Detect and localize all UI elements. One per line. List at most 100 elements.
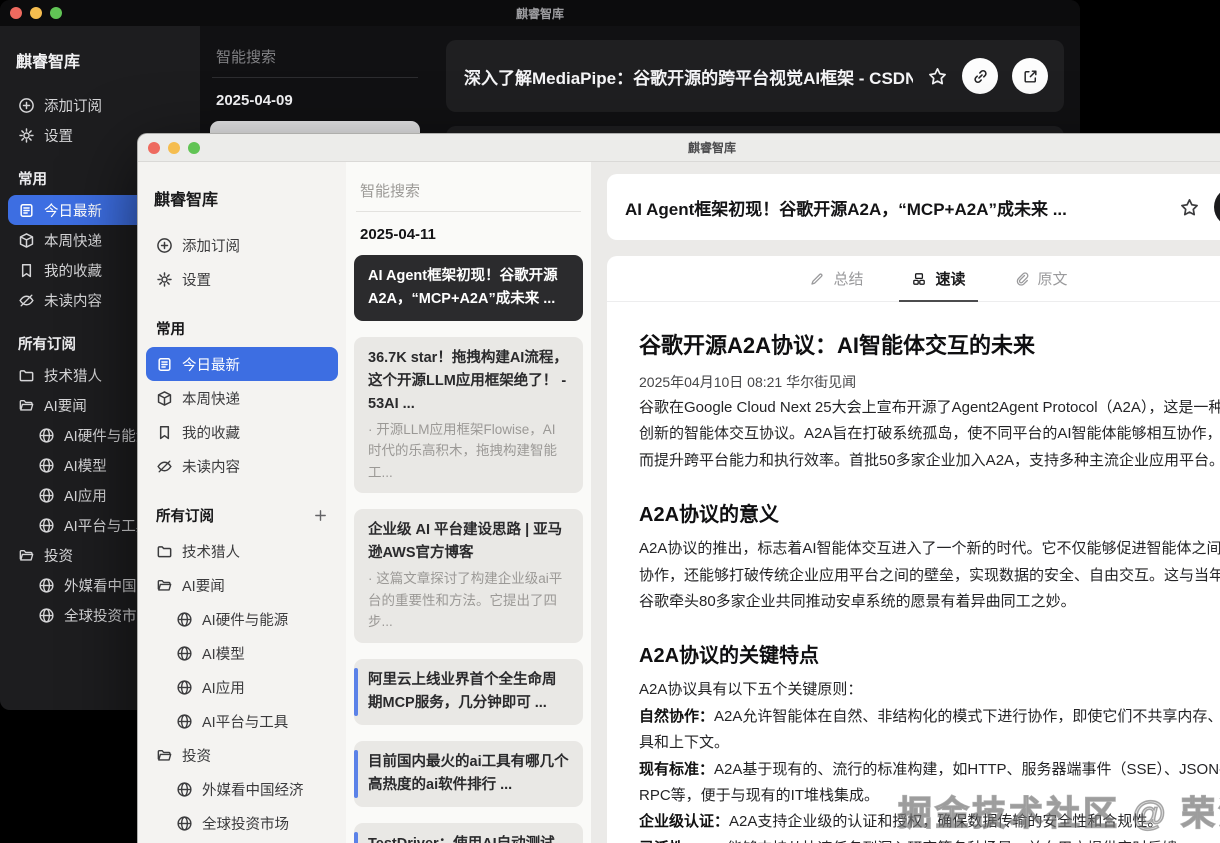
reader-tab-label: 原文 — [1037, 271, 1068, 288]
sidebar-item-label: AI应用 — [202, 680, 245, 697]
article-list: AI Agent框架初现！谷歌开源A2A，“MCP+A2A”成未来 ... 36.… — [354, 255, 583, 843]
sidebar-item[interactable]: AI模型 — [166, 636, 338, 670]
zoom-button[interactable] — [188, 141, 200, 154]
article-card[interactable]: 阿里云上线业界首个全生命周期MCP服务，几分钟即可 ... — [354, 658, 583, 725]
close-button[interactable] — [10, 7, 22, 19]
sidebar-item[interactable]: 投资 — [146, 738, 338, 772]
reader-header: 深入了解MediaPipe：谷歌开源的跨平台视觉AI框架 - CSDN博客 — [446, 40, 1064, 112]
article-card[interactable]: TestDriver：使用AI自动测试软件的智能工具-首席AI分 ... — [354, 822, 583, 843]
sidebar-item[interactable]: 技术猎人 — [146, 534, 338, 568]
section-header-label: 常用 — [18, 172, 47, 188]
sidebar-item[interactable]: 添加订阅 — [146, 228, 338, 262]
sidebar-item-label: 设置 — [182, 272, 211, 289]
star-icon[interactable] — [1179, 197, 1200, 218]
sidebar-item[interactable]: 我的收藏 — [146, 415, 338, 449]
section-header: 所有订阅 — [156, 505, 328, 526]
sidebar-item-label: AI要闻 — [182, 578, 225, 595]
titlebar: 麒睿智库 — [138, 134, 1220, 162]
window-body: 麒睿智库 添加订阅 设置 常用 今日最新 本周快递 我的收藏 未读内容 所有订阅 技术猎人 AI要闻… — [138, 162, 1220, 843]
reader-tab[interactable]: 速读 — [899, 256, 978, 302]
star-icon[interactable] — [927, 66, 948, 87]
divider — [356, 211, 581, 212]
article-card-title: 36.7K star！拖拽构建AI流程，这个开源LLM应用框架绝了！ - 53A… — [368, 349, 568, 412]
folder-icon — [18, 367, 35, 384]
sidebar-item[interactable]: 全球投资市场 — [166, 806, 338, 840]
reader-title: AI Agent框架初现！谷歌开源A2A，“MCP+A2A”成未来 ... — [625, 199, 1067, 219]
reader-tab[interactable]: 总结 — [809, 256, 863, 301]
sidebar-item[interactable]: AI硬件与能源 — [166, 602, 338, 636]
sidebar-item-label: 未读内容 — [182, 459, 240, 476]
sidebar-item-label: AI模型 — [64, 458, 107, 475]
minimize-button[interactable] — [30, 7, 42, 19]
sidebar-item-label: 今日最新 — [182, 357, 240, 374]
feature-line: 灵活性：A2A能够支持从快速任务到深入研究等各种场景，并向用户提供实时反馈。 — [639, 836, 1220, 843]
feature-label: 企业级认证： — [639, 813, 730, 831]
sidebar: 麒睿智库 添加订阅 设置 常用 今日最新 本周快递 我的收藏 未读内容 所有订阅 技术猎人 AI要闻… — [138, 162, 346, 843]
sidebar-item-label: 本周快递 — [44, 233, 102, 250]
reader-tab-label: 速读 — [935, 271, 966, 288]
minimize-button[interactable] — [168, 141, 180, 154]
globe-icon — [38, 457, 55, 474]
copy-link-button[interactable] — [1214, 187, 1220, 227]
globe-icon — [38, 427, 55, 444]
sidebar-item[interactable]: 未读内容 — [146, 449, 338, 483]
sidebar-item-label: 未读内容 — [44, 293, 102, 310]
feature-line: 自然协作：A2A允许智能体在自然、非结构化的模式下进行协作，即使它们不共享内存、… — [639, 704, 1220, 757]
sidebar-item[interactable]: AI要闻 — [146, 568, 338, 602]
window-title: 麒睿智库 — [515, 6, 564, 21]
article-card-title: 目前国内最火的ai工具有哪几个 高热度的ai软件排行 ... — [368, 753, 569, 793]
globe-icon — [38, 517, 55, 534]
feature-label: 自然协作： — [639, 707, 715, 725]
close-button[interactable] — [148, 141, 160, 154]
eye-off-icon — [156, 458, 173, 475]
list-date: 2025-04-09 — [216, 92, 293, 109]
reader-tabs: 总结 速读 原文 — [607, 256, 1220, 302]
bookmark-icon — [156, 424, 173, 441]
unread-indicator — [354, 667, 358, 716]
article-card[interactable]: 目前国内最火的ai工具有哪几个 高热度的ai软件排行 ... — [354, 740, 583, 807]
article-card-title: AI Agent框架初现！谷歌开源A2A，“MCP+A2A”成未来 ... — [368, 268, 558, 307]
folder-open-icon — [156, 577, 173, 594]
sidebar-item-label: 技术猎人 — [182, 544, 240, 561]
news-icon — [156, 356, 173, 373]
feature-text: A2A允许智能体在自然、非结构化的模式下进行协作，即使它们不共享内存、工具和上下… — [639, 707, 1220, 752]
section-header-label: 常用 — [156, 322, 185, 338]
sidebar-item-label: 添加订阅 — [182, 238, 240, 255]
globe-icon — [176, 645, 193, 662]
globe-icon — [176, 815, 193, 832]
open-external-button[interactable] — [1012, 58, 1048, 94]
globe-icon — [38, 577, 55, 594]
reader-tab[interactable]: 原文 — [1014, 256, 1068, 301]
sidebar-item[interactable]: AI平台与工具 — [166, 704, 338, 738]
add-feed-button[interactable] — [313, 508, 328, 523]
desktop: 麒睿智库 麒睿智库 添加订阅 设置 常用 今日最新 本周快递 我的收藏 未读内容 所有订阅 技术猎… — [0, 0, 1220, 843]
sidebar-item-label: 全球投资市场 — [202, 816, 289, 833]
sidebar-item[interactable]: 添加订阅 — [8, 90, 192, 120]
traffic-lights — [0, 7, 62, 19]
article-card-title: 阿里云上线业界首个全生命周期MCP服务，几分钟即可 ... — [368, 671, 557, 711]
sidebar-item[interactable]: AI应用 — [166, 670, 338, 704]
sidebar-item[interactable]: 今日最新 — [146, 347, 338, 381]
search-input[interactable]: 智能搜索 — [216, 46, 414, 77]
sidebar-item-label: 外媒看中国经济 — [202, 782, 304, 799]
article-meta: 2025年04月10日 08:21 华尔街见闻 — [639, 374, 857, 390]
reader-tab-label: 总结 — [833, 271, 864, 288]
zoom-button[interactable] — [50, 7, 62, 19]
link-icon — [972, 68, 989, 85]
globe-icon — [176, 713, 193, 730]
copy-link-button[interactable] — [962, 58, 998, 94]
article-card[interactable]: 36.7K star！拖拽构建AI流程，这个开源LLM应用框架绝了！ - 53A… — [354, 336, 583, 494]
sidebar-item-label: 技术猎人 — [44, 368, 102, 385]
article-paragraph: A2A协议具有以下五个关键原则： — [639, 681, 863, 699]
sidebar-item[interactable]: 本周快递 — [146, 381, 338, 415]
globe-icon — [38, 487, 55, 504]
article-card[interactable]: 企业级 AI 平台建设思路 | 亚马逊AWS官方博客 · 这篇文章探讨了构建企业级… — [354, 509, 583, 643]
sidebar-item[interactable]: 设置 — [146, 262, 338, 296]
reader-header: AI Agent框架初现！谷歌开源A2A，“MCP+A2A”成未来 ... — [607, 174, 1220, 240]
unread-indicator — [354, 749, 358, 798]
sidebar-item-label: 本周快递 — [182, 391, 240, 408]
sidebar-item[interactable]: 外媒看中国经济 — [166, 772, 338, 806]
article-card[interactable]: AI Agent框架初现！谷歌开源A2A，“MCP+A2A”成未来 ... — [354, 255, 583, 321]
sidebar-item-label: 投资 — [182, 748, 211, 765]
search-input[interactable]: 智能搜索 — [360, 180, 577, 211]
